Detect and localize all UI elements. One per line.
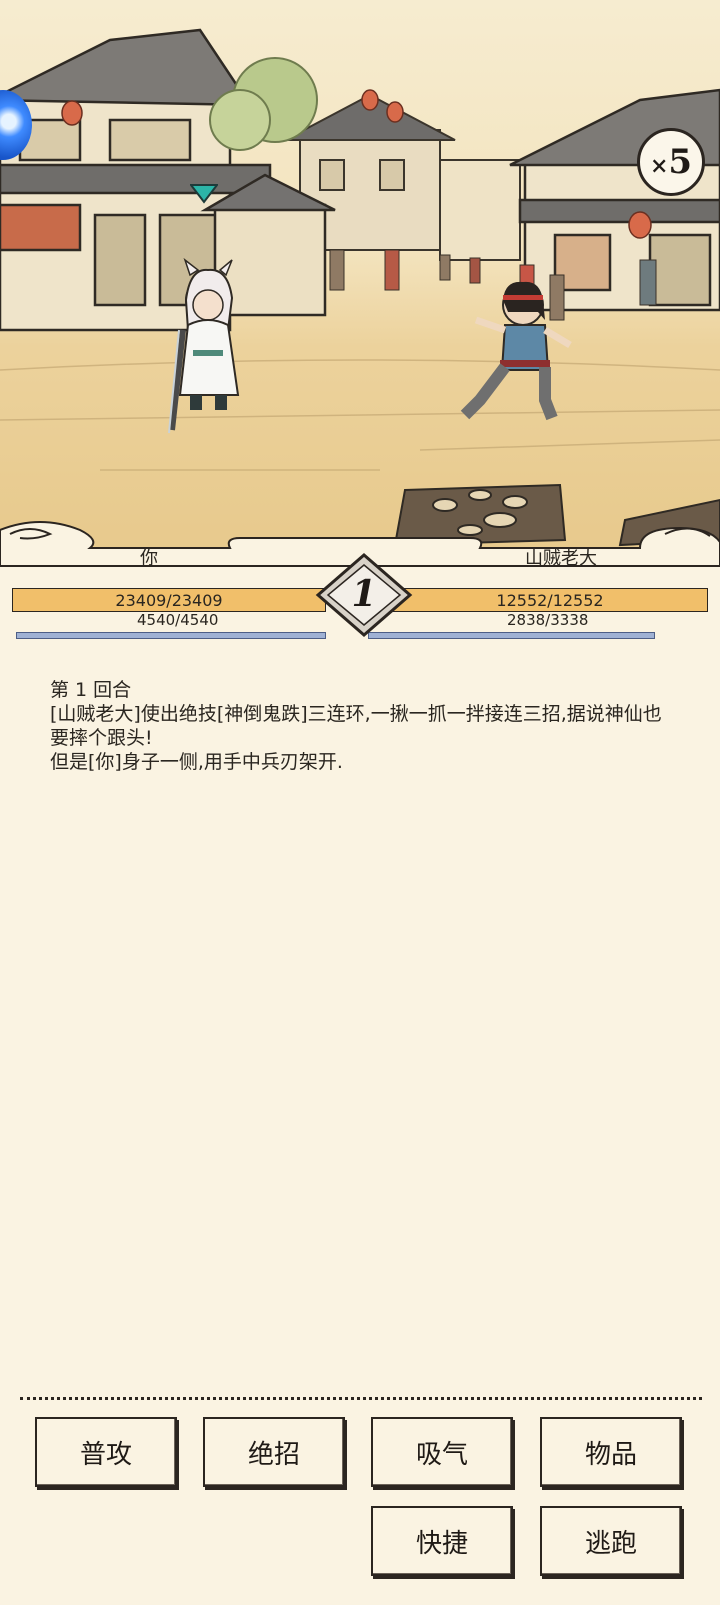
speed-prefix: ×: [649, 153, 669, 179]
round-number: 1: [351, 573, 377, 615]
log-line: 第 1 回合: [50, 679, 132, 701]
player-mp-text: 4540/4540: [137, 611, 219, 629]
speed-value: 5: [668, 142, 693, 182]
player-name: 你: [140, 548, 158, 569]
attack-button[interactable]: 普攻: [35, 1417, 177, 1487]
log-line: [山贼老大]使出绝技[神倒鬼跌]三连环,一揪一抓一拌接连三招,据说神仙也要摔个跟…: [50, 703, 662, 749]
town-background: [0, 28, 720, 547]
player-hp-bar: 23409/23409: [12, 588, 326, 612]
enemy-mp-text: 2838/3338: [507, 611, 589, 629]
log-line: 但是[你]身子一侧,用手中兵刃架开.: [50, 751, 343, 773]
quick-button[interactable]: 快捷: [371, 1506, 513, 1576]
enemy-name: 山贼老大: [525, 548, 597, 569]
breathe-button[interactable]: 吸气: [371, 1417, 513, 1487]
enemy-hp-bar: 12552/12552: [392, 588, 708, 612]
speed-toggle-button[interactable]: × 5: [637, 128, 705, 196]
flee-button[interactable]: 逃跑: [540, 1506, 682, 1576]
ultimate-button[interactable]: 绝招: [203, 1417, 345, 1487]
battle-log: 第 1 回合 [山贼老大]使出绝技[神倒鬼跌]三连环,一揪一抓一拌接连三招,据说…: [50, 678, 670, 774]
player-mp-bar: [16, 632, 326, 639]
enemy-hp-text: 12552/12552: [496, 590, 604, 610]
battle-scene: × 5: [0, 0, 720, 560]
action-divider: [20, 1397, 702, 1400]
player-hp-text: 23409/23409: [115, 590, 223, 610]
items-button[interactable]: 物品: [540, 1417, 682, 1487]
target-marker-icon: [190, 184, 218, 204]
